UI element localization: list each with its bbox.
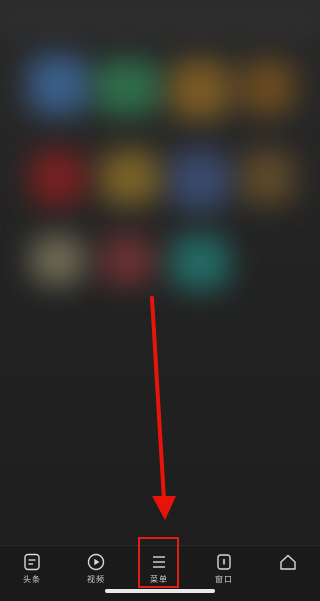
blurred-app-icon [170, 150, 230, 210]
blurred-app-icon [100, 235, 155, 285]
play-icon [87, 553, 105, 571]
blurred-app-icon [100, 150, 160, 205]
menu-tab-highlight-box [138, 537, 179, 588]
blurred-app-icon [30, 235, 85, 285]
news-icon [24, 553, 40, 571]
tab-home[interactable] [262, 552, 314, 592]
blurred-home-screen-backdrop [0, 0, 320, 545]
blurred-app-icon [170, 60, 230, 120]
tab-headlines[interactable]: 头条 [6, 552, 58, 592]
home-indicator[interactable] [105, 589, 215, 593]
tab-label: 头条 [23, 575, 41, 584]
window-icon [217, 554, 231, 570]
blurred-app-icon [240, 60, 295, 115]
blurred-app-icon [28, 55, 88, 115]
blurred-app-icon [170, 235, 230, 290]
tab-label: 视频 [87, 575, 105, 584]
blurred-app-icon [240, 150, 295, 205]
blurred-app-icon [95, 60, 160, 115]
blurred-app-icon-grid [0, 0, 320, 330]
tab-video[interactable]: 视频 [70, 552, 122, 592]
blurred-app-icon [30, 150, 85, 205]
tab-label: 窗口 [215, 575, 233, 584]
home-icon [280, 554, 296, 570]
tab-window[interactable]: 窗口 [198, 552, 250, 592]
